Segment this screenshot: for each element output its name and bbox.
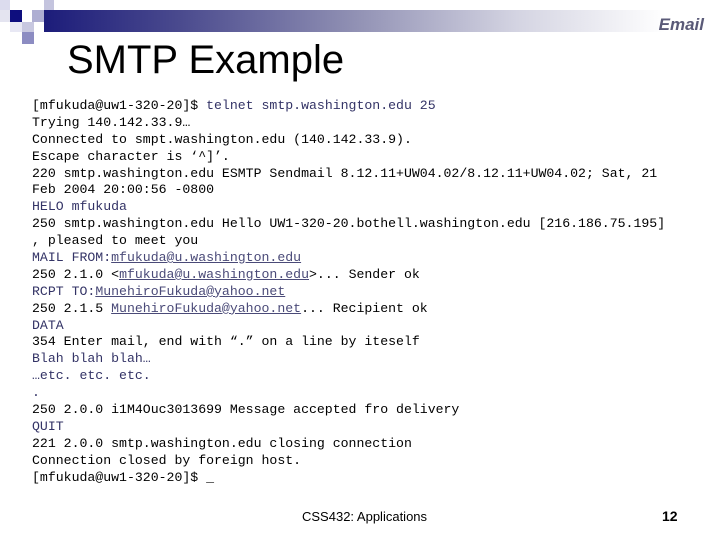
terminal-line: Connection closed by foreign host.	[32, 453, 720, 470]
email-link[interactable]: mfukuda@u.washington.edu	[119, 267, 309, 282]
server-response-text: [mfukuda@uw1-320-20]$ _	[32, 469, 215, 485]
terminal-line: DATA	[32, 318, 720, 335]
server-response-text: [mfukuda@uw1-320-20]$	[32, 98, 207, 113]
server-response-text: 250 2.0.0 i1M4Ouc3013699 Message accepte…	[32, 402, 460, 418]
user-command-text: .	[32, 385, 40, 401]
email-link[interactable]: mfukuda@u.washington.edu	[111, 250, 301, 265]
footer-course-label: CSS432: Applications	[302, 509, 428, 524]
user-command-text: HELO mfukuda	[32, 199, 127, 215]
terminal-line: QUIT	[32, 419, 720, 436]
user-command-text: telnet smtp.washington.edu 25	[206, 98, 436, 113]
terminal-transcript: [mfukuda@uw1-320-20]$ telnet smtp.washin…	[32, 98, 720, 486]
server-response-text: 250 2.1.5	[32, 300, 112, 316]
server-response-text: Trying 140.142.33.9…	[32, 114, 191, 130]
server-response-text: 250 2.1.0 <	[32, 266, 120, 282]
user-command-text: …etc. etc. etc.	[32, 368, 151, 384]
user-command-text: MAIL FROM:	[32, 250, 112, 266]
server-response-text: Feb 2004 20:00:56 -0800	[32, 182, 215, 198]
server-response-text: 220 smtp.washington.edu ESMTP Sendmail 8…	[32, 165, 658, 181]
terminal-line: 250 2.0.0 i1M4Ouc3013699 Message accepte…	[32, 402, 720, 419]
terminal-line: Connected to smpt.washington.edu (140.14…	[32, 132, 720, 149]
terminal-line: [mfukuda@uw1-320-20]$ telnet smtp.washin…	[32, 98, 720, 115]
server-response-text: , pleased to meet you	[32, 233, 199, 249]
decor-square	[10, 10, 22, 22]
decor-square	[0, 10, 10, 22]
terminal-line: Blah blah blah…	[32, 351, 720, 368]
decor-square	[0, 0, 10, 10]
email-link[interactable]: MunehiroFukuda@yahoo.net	[95, 284, 285, 299]
terminal-line: Escape character is ‘^]’.	[32, 149, 720, 166]
decor-square	[10, 22, 22, 32]
terminal-line: RCPT TO:MunehiroFukuda@yahoo.net	[32, 284, 720, 301]
server-response-text: 354 Enter mail, end with “.” on a line b…	[32, 334, 420, 350]
header-gradient-bar	[44, 10, 720, 32]
terminal-line: …etc. etc. etc.	[32, 368, 720, 385]
terminal-line: 221 2.0.0 smtp.washington.edu closing co…	[32, 436, 720, 453]
terminal-line: 250 smtp.washington.edu Hello UW1-320-20…	[32, 216, 720, 233]
terminal-line: , pleased to meet you	[32, 233, 720, 250]
terminal-line: [mfukuda@uw1-320-20]$ _	[32, 470, 720, 487]
server-response-text: Connected to smpt.washington.edu (140.14…	[32, 131, 412, 147]
server-response-text: ... Recipient ok	[301, 300, 428, 316]
page-number: 12	[662, 508, 678, 524]
decor-square	[22, 22, 34, 32]
decor-square	[32, 10, 44, 22]
terminal-line: 354 Enter mail, end with “.” on a line b…	[32, 334, 720, 351]
server-response-text: 221 2.0.0 smtp.washington.edu closing co…	[32, 435, 412, 451]
user-command-text: QUIT	[32, 418, 64, 434]
slide-title: SMTP Example	[67, 38, 345, 82]
terminal-line: 250 2.1.0 <mfukuda@u.washington.edu>... …	[32, 267, 720, 284]
terminal-line: Trying 140.142.33.9…	[32, 115, 720, 132]
server-response-text: Escape character is ‘^]’.	[32, 148, 230, 164]
user-command-text: DATA	[32, 317, 64, 333]
decor-square	[22, 32, 34, 44]
terminal-line: .	[32, 385, 720, 402]
user-command-text: RCPT TO:	[32, 283, 96, 299]
section-label: Email	[658, 15, 704, 34]
terminal-line: 220 smtp.washington.edu ESMTP Sendmail 8…	[32, 166, 720, 183]
terminal-line: MAIL FROM:mfukuda@u.washington.edu	[32, 250, 720, 267]
terminal-line: Feb 2004 20:00:56 -0800	[32, 182, 720, 199]
terminal-line: HELO mfukuda	[32, 199, 720, 216]
server-response-text: 250 smtp.washington.edu Hello UW1-320-20…	[32, 216, 666, 232]
server-response-text: >... Sender ok	[309, 266, 420, 282]
decor-square	[44, 0, 54, 10]
email-link[interactable]: MunehiroFukuda@yahoo.net	[111, 301, 301, 316]
user-command-text: Blah blah blah…	[32, 351, 151, 367]
server-response-text: Connection closed by foreign host.	[32, 452, 302, 468]
terminal-line: 250 2.1.5 MunehiroFukuda@yahoo.net... Re…	[32, 301, 720, 318]
